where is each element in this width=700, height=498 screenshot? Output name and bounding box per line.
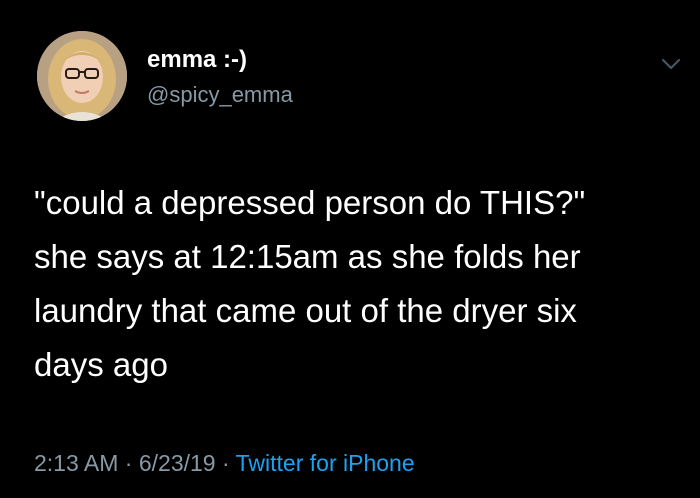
meta-separator: · bbox=[221, 450, 230, 476]
tweet-source-link[interactable]: Twitter for iPhone bbox=[236, 450, 415, 476]
tweet-text-line: "could a depressed person do THIS?" bbox=[34, 184, 586, 221]
meta-separator: · bbox=[124, 450, 133, 476]
chevron-down-icon[interactable] bbox=[660, 56, 682, 72]
avatar-image bbox=[37, 31, 127, 121]
author-display-name[interactable]: emma :-) bbox=[147, 46, 247, 74]
tweet-date[interactable]: 6/23/19 bbox=[139, 450, 216, 476]
tweet-text-line: she says at 12:15am as she folds her bbox=[34, 238, 581, 275]
tweet-card: emma :-) @spicy_emma "could a depressed … bbox=[0, 0, 700, 498]
avatar[interactable] bbox=[37, 31, 127, 121]
tweet-text-line: days ago bbox=[34, 346, 168, 383]
author-handle[interactable]: @spicy_emma bbox=[147, 82, 293, 108]
tweet-time[interactable]: 2:13 AM bbox=[34, 450, 118, 476]
tweet-meta: 2:13 AM · 6/23/19 · Twitter for iPhone bbox=[34, 449, 415, 477]
tweet-text: "could a depressed person do THIS?" she … bbox=[34, 176, 684, 392]
tweet-text-line: laundry that came out of the dryer six bbox=[34, 292, 577, 329]
